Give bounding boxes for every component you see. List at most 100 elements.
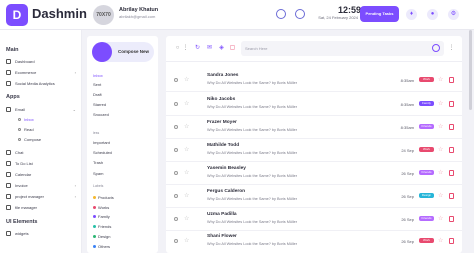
folder-trash[interactable]: Trash bbox=[93, 159, 103, 166]
star-icon[interactable]: ☆ bbox=[438, 237, 443, 244]
widgets-icon bbox=[6, 231, 11, 237]
email-sender: Sandra Jones bbox=[207, 73, 239, 78]
bell-icon[interactable]: ♦ bbox=[406, 9, 417, 20]
label-dot bbox=[93, 215, 96, 219]
label-products[interactable]: Products bbox=[93, 194, 114, 201]
less-toggle[interactable]: less bbox=[93, 131, 99, 135]
chevron-right-icon: › bbox=[74, 194, 76, 199]
email-row[interactable]: ☆ Shani Flower Why Do All Websites Look … bbox=[166, 230, 462, 253]
pending-tasks-button[interactable]: Pending Tasks bbox=[360, 6, 399, 22]
search-input[interactable]: Search Here bbox=[245, 46, 267, 51]
folder-sent[interactable]: Sent bbox=[93, 81, 101, 88]
label-family[interactable]: Family bbox=[93, 213, 110, 220]
trash-icon[interactable] bbox=[449, 124, 454, 130]
tag-icon[interactable]: ◈ bbox=[218, 45, 225, 52]
label-design[interactable]: Design bbox=[93, 233, 110, 240]
row-checkbox[interactable] bbox=[174, 239, 178, 243]
star-icon[interactable]: ☆ bbox=[438, 76, 443, 83]
star-icon[interactable]: ☆ bbox=[438, 123, 443, 130]
email-row[interactable]: ☆ Niko Jacobs Why Do All Websites Look t… bbox=[166, 93, 462, 116]
compose-button[interactable]: Compose New bbox=[92, 42, 154, 62]
refresh-icon[interactable]: ↻ bbox=[194, 45, 201, 52]
email-row[interactable]: ☆ Frazer Moyer Why Do All Websites Look … bbox=[166, 116, 462, 139]
trash-icon[interactable] bbox=[449, 170, 454, 176]
row-checkbox[interactable] bbox=[174, 217, 178, 221]
folder-inbox[interactable]: Inbox bbox=[93, 72, 103, 79]
logo-icon[interactable]: D bbox=[6, 4, 28, 26]
star-icon[interactable]: ☆ bbox=[438, 169, 443, 176]
analytics-icon bbox=[6, 81, 11, 87]
star-icon[interactable]: ☆ bbox=[438, 192, 443, 199]
page-scrollbar[interactable] bbox=[469, 30, 472, 110]
star-outline-icon[interactable]: ☆ bbox=[184, 146, 189, 153]
folder-important[interactable]: Important bbox=[93, 139, 110, 146]
settings-icon[interactable]: ⚙ bbox=[448, 9, 459, 20]
folder-snoozed[interactable]: Snoozed bbox=[93, 111, 109, 118]
calendar-icon[interactable] bbox=[295, 9, 305, 19]
star-outline-icon[interactable]: ☆ bbox=[184, 215, 189, 222]
sidebar-item-dashboard[interactable]: Dashboard bbox=[6, 58, 78, 66]
star-icon[interactable]: ☆ bbox=[438, 100, 443, 107]
email-row[interactable]: ☆ Yasemin Beasley Why Do All Websites Lo… bbox=[166, 162, 462, 185]
row-checkbox[interactable] bbox=[174, 194, 178, 198]
options-icon[interactable]: ⋮ bbox=[448, 45, 455, 52]
email-row[interactable]: ☆ Uzma Padilla Why Do All Websites Look … bbox=[166, 208, 462, 231]
label-works[interactable]: Works bbox=[93, 204, 109, 211]
sidebar-heading-main: Main bbox=[6, 47, 19, 53]
label-others[interactable]: Others bbox=[93, 243, 110, 250]
star-outline-icon[interactable]: ☆ bbox=[184, 123, 189, 130]
email-date: 26 Sep bbox=[401, 194, 414, 199]
trash-icon[interactable] bbox=[449, 101, 454, 107]
brand-name[interactable]: Dashmin bbox=[32, 6, 87, 21]
email-row[interactable]: ☆ Sandra Jones Why Do All Websites Look … bbox=[166, 69, 462, 92]
star-outline-icon[interactable]: ☆ bbox=[184, 100, 189, 107]
sidebar-sub-read[interactable]: Read bbox=[18, 126, 34, 134]
mail-icon[interactable]: ✉ bbox=[206, 45, 213, 52]
chat-icon[interactable]: ● bbox=[427, 9, 438, 20]
sidebar-item-project-manager[interactable]: project manager › bbox=[6, 193, 78, 201]
sidebar-item-email[interactable]: Email ⌄ bbox=[6, 106, 78, 114]
top-bar: D Dashmin 70X70 Abrilay Khatun abrilakh@… bbox=[0, 0, 474, 30]
star-icon[interactable]: ☆ bbox=[438, 215, 443, 222]
row-checkbox[interactable] bbox=[174, 125, 178, 129]
delete-icon[interactable]: ▢ bbox=[229, 45, 236, 52]
sidebar-item-ecommerce[interactable]: Ecommerce › bbox=[6, 69, 78, 77]
sidebar-item-file-manager[interactable]: file manager bbox=[6, 204, 78, 212]
trash-icon[interactable] bbox=[449, 238, 454, 244]
email-subject: Why Do All Websites Look the Same? by Bo… bbox=[207, 197, 298, 201]
select-all-checkbox[interactable]: ○ bbox=[174, 45, 181, 52]
row-checkbox[interactable] bbox=[174, 78, 178, 82]
folder-starred[interactable]: Starred bbox=[93, 101, 106, 108]
trash-icon[interactable] bbox=[449, 147, 454, 153]
globe-icon[interactable] bbox=[276, 9, 286, 19]
star-outline-icon[interactable]: ☆ bbox=[184, 237, 189, 244]
folder-spam[interactable]: Spam bbox=[93, 170, 103, 177]
row-checkbox[interactable] bbox=[174, 102, 178, 106]
more-options-icon[interactable]: ⋮ bbox=[182, 45, 189, 52]
trash-icon[interactable] bbox=[449, 216, 454, 222]
email-row[interactable]: ☆ Mathilde Todd Why Do All Websites Look… bbox=[166, 139, 462, 162]
avatar[interactable]: 70X70 bbox=[93, 5, 114, 25]
star-icon[interactable]: ☆ bbox=[438, 146, 443, 153]
folder-scheduled[interactable]: Scheduled bbox=[93, 149, 112, 156]
sidebar-sub-inbox[interactable]: Inbox bbox=[18, 116, 34, 124]
sidebar-sub-compose[interactable]: Compose bbox=[18, 136, 41, 144]
star-outline-icon[interactable]: ☆ bbox=[184, 76, 189, 83]
row-checkbox[interactable] bbox=[174, 148, 178, 152]
email-row[interactable]: ☆ Fergus Calderon Why Do All Websites Lo… bbox=[166, 185, 462, 208]
trash-icon[interactable] bbox=[449, 77, 454, 83]
folder-draft[interactable]: Draft bbox=[93, 91, 102, 98]
label-friends[interactable]: Friends bbox=[93, 223, 111, 230]
sidebar-item-widgets[interactable]: widgets bbox=[6, 230, 78, 238]
row-checkbox[interactable] bbox=[174, 171, 178, 175]
sidebar-item-social-media[interactable]: Social Media Analytics bbox=[6, 80, 78, 88]
star-outline-icon[interactable]: ☆ bbox=[184, 192, 189, 199]
sidebar-item-chat[interactable]: Chat bbox=[6, 149, 78, 157]
sidebar-item-calendar[interactable]: Calendar bbox=[6, 171, 78, 179]
trash-icon[interactable] bbox=[449, 193, 454, 199]
sidebar-item-invoice[interactable]: Invoice › bbox=[6, 182, 78, 190]
star-outline-icon[interactable]: ☆ bbox=[184, 169, 189, 176]
sidebar-item-todo[interactable]: To Do List bbox=[6, 160, 78, 168]
search-box[interactable]: Search Here bbox=[241, 41, 444, 56]
search-icon[interactable] bbox=[432, 44, 440, 52]
